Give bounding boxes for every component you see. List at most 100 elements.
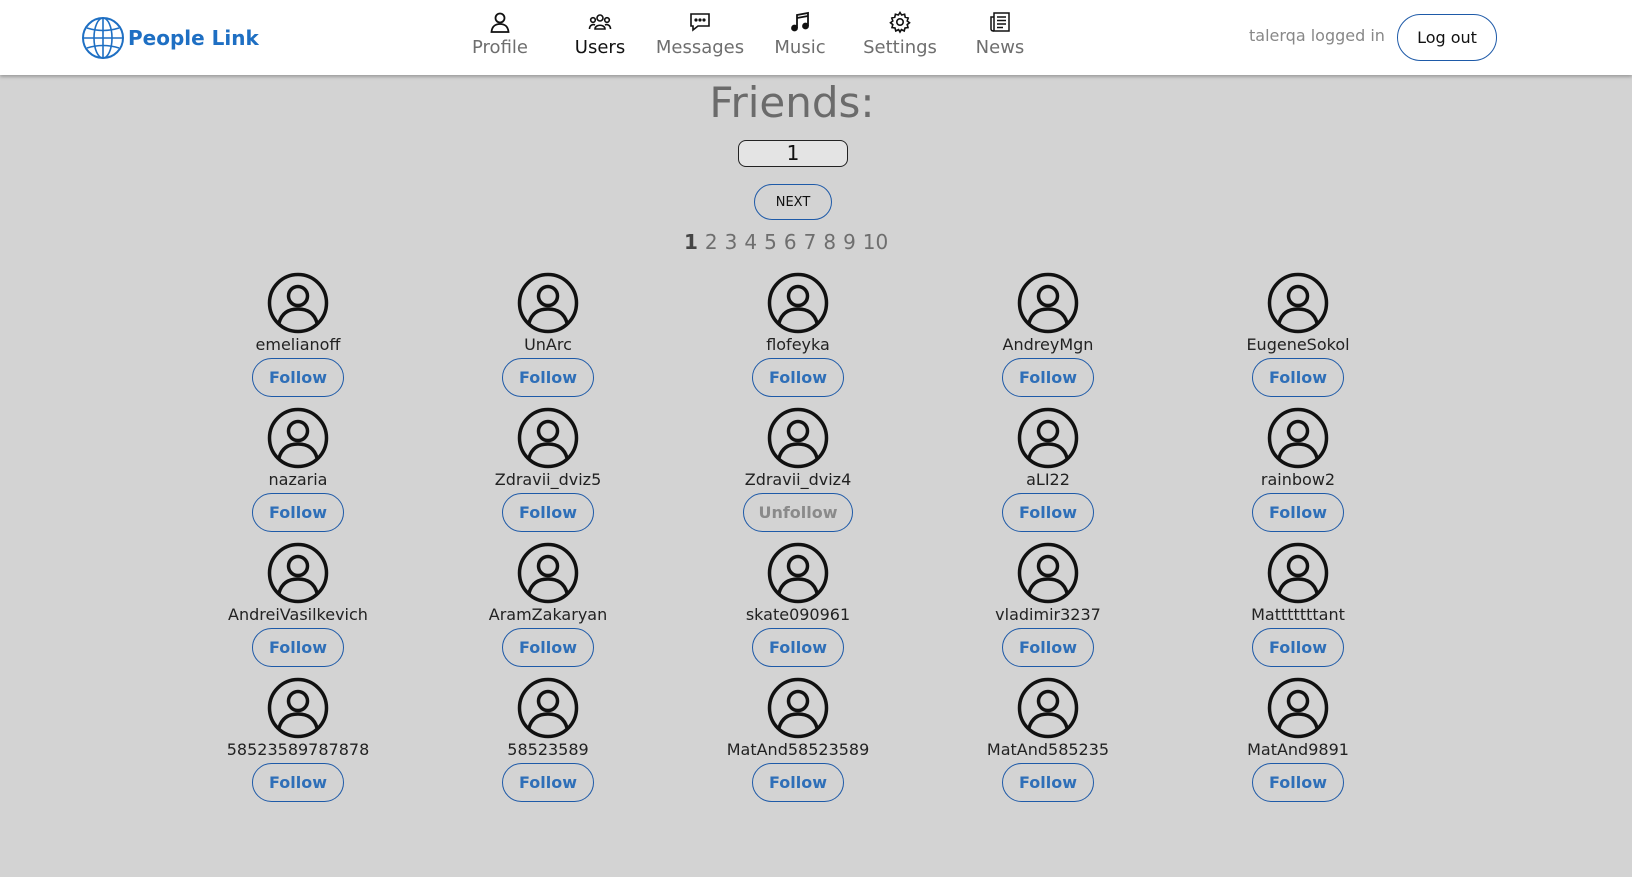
- unfollow-button[interactable]: Unfollow: [743, 493, 853, 532]
- page-link-7[interactable]: 7: [804, 230, 817, 254]
- users-icon: [588, 14, 612, 30]
- nav-music[interactable]: Music: [750, 8, 850, 58]
- user-name: UnArc: [524, 335, 572, 354]
- avatar-icon[interactable]: [1017, 677, 1079, 739]
- user-name: vladimir3237: [995, 605, 1101, 624]
- follow-button[interactable]: Follow: [502, 763, 594, 802]
- globe-icon: [82, 17, 124, 59]
- count-field: 1: [738, 140, 848, 167]
- follow-button[interactable]: Follow: [752, 628, 844, 667]
- user-card: skate090961 Follow: [673, 542, 923, 677]
- follow-button[interactable]: Follow: [752, 763, 844, 802]
- nav-messages[interactable]: Messages: [650, 8, 750, 58]
- nav-news[interactable]: News: [950, 8, 1050, 58]
- follow-button[interactable]: Follow: [1252, 358, 1344, 397]
- page-link-3[interactable]: 3: [725, 230, 738, 254]
- user-card: EugeneSokol Follow: [1173, 272, 1423, 407]
- follow-button[interactable]: Follow: [1002, 763, 1094, 802]
- music-note-icon: [791, 11, 809, 32]
- pagination: 1 2 3 4 5 6 7 8 9 10: [684, 230, 895, 254]
- user-name: nazaria: [268, 470, 328, 489]
- follow-button[interactable]: Follow: [252, 358, 344, 397]
- gear-icon: [889, 11, 911, 34]
- user-card: Zdravii_dviz5 Follow: [423, 407, 673, 542]
- page-link-5[interactable]: 5: [764, 230, 777, 254]
- follow-button[interactable]: Follow: [1002, 358, 1094, 397]
- user-card: 58523589 Follow: [423, 677, 673, 812]
- user-card: rainbow2 Follow: [1173, 407, 1423, 542]
- user-card: emelianoff Follow: [173, 272, 423, 407]
- page-link-9[interactable]: 9: [843, 230, 856, 254]
- follow-button[interactable]: Follow: [1002, 628, 1094, 667]
- avatar-icon[interactable]: [1017, 407, 1079, 469]
- avatar-icon[interactable]: [267, 677, 329, 739]
- follow-button[interactable]: Follow: [1252, 763, 1344, 802]
- next-button[interactable]: NEXT: [754, 184, 832, 220]
- user-name: MatAnd585235: [986, 740, 1110, 759]
- follow-button[interactable]: Follow: [252, 493, 344, 532]
- user-name: flofeyka: [766, 335, 830, 354]
- follow-button[interactable]: Follow: [1252, 628, 1344, 667]
- follow-button[interactable]: Follow: [1252, 493, 1344, 532]
- main-nav: Profile Users Messages Music Settings Ne…: [450, 8, 1050, 58]
- avatar-icon[interactable]: [517, 407, 579, 469]
- user-name: 58523589787878: [226, 740, 370, 759]
- logout-button[interactable]: Log out: [1397, 14, 1497, 61]
- avatar-icon[interactable]: [267, 407, 329, 469]
- avatar-icon[interactable]: [767, 677, 829, 739]
- user-card: AndreiVasilkevich Follow: [173, 542, 423, 677]
- user-card: Matttttttant Follow: [1173, 542, 1423, 677]
- follow-button[interactable]: Follow: [1002, 493, 1094, 532]
- user-card: Zdravii_dviz4 Unfollow: [673, 407, 923, 542]
- nav-label-music: Music: [774, 37, 826, 58]
- user-card: MatAnd585235 Follow: [923, 677, 1173, 812]
- avatar-icon[interactable]: [1267, 407, 1329, 469]
- page-link-2[interactable]: 2: [705, 230, 718, 254]
- page-link-10[interactable]: 10: [863, 230, 888, 254]
- avatar-icon[interactable]: [267, 542, 329, 604]
- follow-button[interactable]: Follow: [502, 358, 594, 397]
- page-link-4[interactable]: 4: [744, 230, 757, 254]
- page-link-6[interactable]: 6: [784, 230, 797, 254]
- nav-label-profile: Profile: [472, 37, 528, 58]
- nav-label-messages: Messages: [655, 37, 745, 58]
- users-grid: emelianoff Follow UnArc Follow flofeyka Follo…: [173, 272, 1423, 812]
- follow-button[interactable]: Follow: [502, 493, 594, 532]
- avatar-icon[interactable]: [267, 272, 329, 334]
- person-icon: [490, 12, 510, 33]
- user-card: aLI22 Follow: [923, 407, 1173, 542]
- page-link-8[interactable]: 8: [823, 230, 836, 254]
- avatar-icon[interactable]: [1017, 272, 1079, 334]
- follow-button[interactable]: Follow: [252, 628, 344, 667]
- user-name: EugeneSokol: [1246, 335, 1350, 354]
- avatar-icon[interactable]: [517, 272, 579, 334]
- user-card: vladimir3237 Follow: [923, 542, 1173, 677]
- avatar-icon[interactable]: [767, 407, 829, 469]
- follow-button[interactable]: Follow: [752, 358, 844, 397]
- user-name: AndreiVasilkevich: [228, 605, 368, 624]
- nav-profile[interactable]: Profile: [450, 8, 550, 58]
- avatar-icon[interactable]: [517, 542, 579, 604]
- follow-button[interactable]: Follow: [252, 763, 344, 802]
- user-card: flofeyka Follow: [673, 272, 923, 407]
- page-link-1[interactable]: 1: [684, 230, 698, 254]
- user-card: AramZakaryan Follow: [423, 542, 673, 677]
- logo[interactable]: People Link: [80, 15, 259, 61]
- avatar-icon[interactable]: [767, 542, 829, 604]
- nav-label-news: News: [975, 37, 1025, 58]
- avatar-icon[interactable]: [1267, 272, 1329, 334]
- avatar-icon[interactable]: [517, 677, 579, 739]
- page-title: Friends:: [709, 78, 875, 127]
- user-name: skate090961: [745, 605, 851, 624]
- avatar-icon[interactable]: [1267, 677, 1329, 739]
- follow-button[interactable]: Follow: [502, 628, 594, 667]
- nav-users[interactable]: Users: [550, 8, 650, 58]
- chat-icon: [690, 13, 710, 32]
- user-name: MatAnd9891: [1247, 740, 1349, 759]
- user-name: 58523589: [507, 740, 589, 759]
- avatar-icon[interactable]: [1017, 542, 1079, 604]
- nav-settings[interactable]: Settings: [850, 8, 950, 58]
- avatar-icon[interactable]: [767, 272, 829, 334]
- avatar-icon[interactable]: [1267, 542, 1329, 604]
- user-name: AndreyMgn: [1002, 335, 1094, 354]
